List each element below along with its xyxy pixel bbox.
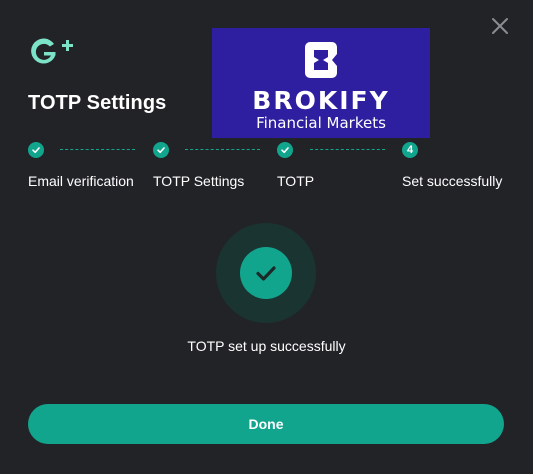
step-connector-1 xyxy=(60,149,135,150)
step-label-set-successfully: Set successfully xyxy=(402,173,503,189)
totp-settings-dialog: TOTP Settings BROKIFY Financial Markets xyxy=(0,0,533,474)
step-3-indicator xyxy=(277,142,293,158)
step-connector-2 xyxy=(185,149,260,150)
step-label-totp-settings: TOTP Settings xyxy=(153,173,245,189)
brokify-logo-mark xyxy=(305,42,337,78)
step-4-number: 4 xyxy=(406,144,414,156)
close-button[interactable] xyxy=(490,16,510,36)
step-2-indicator xyxy=(153,142,169,158)
check-icon xyxy=(281,147,289,154)
done-button[interactable]: Done xyxy=(28,404,504,444)
step-connector-3 xyxy=(310,149,385,150)
check-icon xyxy=(157,147,165,154)
banner-subtitle: Financial Markets xyxy=(256,114,386,132)
step-label-email-verification: Email verification xyxy=(28,173,134,189)
success-indicator xyxy=(216,223,316,323)
banner-brand-name: BROKIFY xyxy=(252,86,390,115)
close-icon xyxy=(492,18,508,34)
step-1-indicator xyxy=(28,142,44,158)
g-plus-logo-icon xyxy=(28,35,76,69)
brokify-banner: BROKIFY Financial Markets xyxy=(212,28,430,138)
success-message: TOTP set up successfully xyxy=(187,338,346,354)
check-icon xyxy=(32,147,40,154)
step-label-totp: TOTP xyxy=(277,173,315,189)
step-4-indicator: 4 xyxy=(402,142,418,158)
dialog-title: TOTP Settings xyxy=(28,92,167,114)
success-check-icon xyxy=(256,266,276,281)
